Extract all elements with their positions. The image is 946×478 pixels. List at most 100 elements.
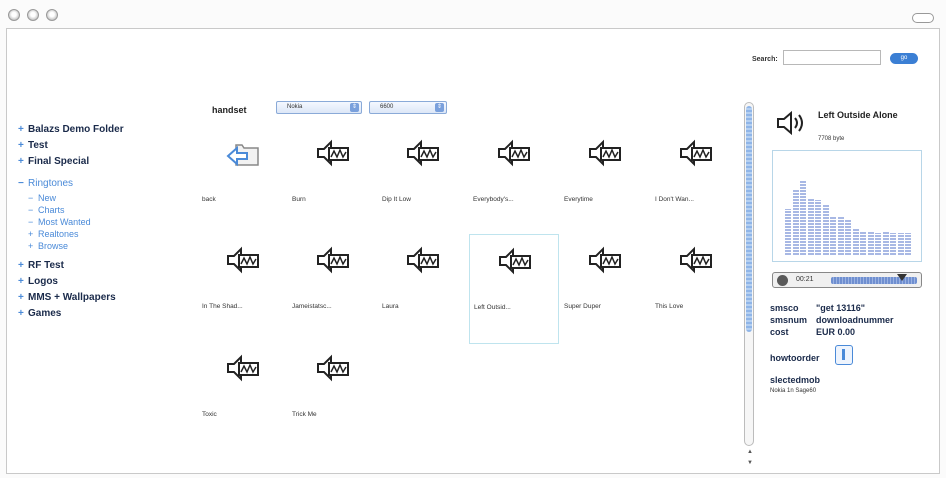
sidebar-subitem-label: New [38, 193, 57, 203]
search-input[interactable] [783, 50, 881, 65]
back-folder-icon [226, 144, 259, 167]
visualizer-bar [867, 232, 874, 255]
sidebar-subitem-label: Charts [38, 205, 65, 215]
tile-label: Left Outsid... [474, 304, 511, 311]
how-to-order-label: howtoorder [770, 353, 820, 363]
tile-label: I Don't Wan... [655, 196, 694, 203]
sidebar-item-label: Final Special [28, 156, 90, 167]
tile-label: Toxic [202, 411, 217, 418]
cost-row: cost EUR 0.00 [770, 327, 855, 337]
selected-mobile-label: slectedmob [770, 375, 821, 385]
ringtone-tile[interactable]: Laura [378, 234, 468, 344]
ringtone-tile[interactable]: In The Shad... [198, 234, 288, 344]
scroll-down-arrow[interactable]: ▼ [747, 460, 753, 466]
ringtone-tile[interactable]: This Love [651, 234, 741, 344]
ringtone-tile[interactable]: Super Duper [560, 234, 650, 344]
visualizer-bar [822, 204, 829, 255]
sidebar-item-balazs-demo-folder[interactable]: + Balazs Demo Folder [18, 122, 188, 138]
ringtone-tile[interactable]: Trick Me [288, 342, 378, 452]
visualizer-bar [890, 233, 896, 255]
sms-code-key: smsco [770, 303, 799, 313]
expand-icon: + [18, 124, 24, 135]
playback-progress-bar[interactable] [831, 274, 917, 284]
sidebar-item-test[interactable]: + Test [18, 138, 188, 154]
handset-label: handset [212, 105, 247, 115]
ringtone-icon [407, 139, 439, 167]
sidebar-subitem-charts[interactable]: − Charts [18, 204, 188, 216]
sidebar-subitem-new[interactable]: − New [18, 192, 188, 204]
ringtone-tile[interactable]: Burn [288, 127, 378, 237]
close-window-button[interactable] [8, 9, 20, 21]
sidebar-item-logos[interactable]: + Logos [18, 274, 188, 290]
expand-icon: + [18, 276, 24, 287]
ringtone-tile[interactable]: I Don't Wan... [651, 127, 741, 237]
tile-label: Trick Me [292, 411, 317, 418]
cost-key: cost [770, 327, 789, 337]
ringtone-tile[interactable]: Everybody's... [469, 127, 559, 237]
zoom-window-button[interactable] [46, 9, 58, 21]
sms-code-row: smsco "get 13116" [770, 303, 865, 313]
expand-icon: + [18, 140, 24, 151]
play-button[interactable] [777, 275, 788, 286]
ringtone-tile[interactable]: Toxic [198, 342, 288, 452]
toolbar-toggle-button[interactable] [912, 13, 934, 23]
sidebar-item-rf-test[interactable]: + RF Test [18, 258, 188, 274]
selected-mobile-model: Nokia 1n Sage60 [770, 388, 817, 394]
collapse-icon: − [28, 217, 34, 227]
grid-scrollbar[interactable] [744, 102, 754, 446]
expand-icon: + [18, 260, 24, 271]
ringtone-tile[interactable]: Jameistatsc... [288, 234, 378, 344]
ringtone-icon [589, 139, 621, 167]
minimize-window-button[interactable] [27, 9, 39, 21]
sidebar-subitem-browse[interactable]: + Browse [18, 240, 188, 252]
search-go-button[interactable]: go [890, 53, 918, 64]
expand-icon: + [18, 292, 24, 303]
ringtone-icon [317, 354, 349, 382]
sidebar-item-label: MMS + Wallpapers [28, 292, 116, 303]
expand-icon: + [28, 229, 34, 239]
sidebar-subitem-label: Most Wanted [38, 217, 91, 227]
tile-label: Laura [382, 303, 399, 310]
sidebar-subitem-label: Browse [38, 241, 69, 251]
sidebar-item-label: RF Test [28, 260, 64, 271]
back-tile[interactable]: back [198, 127, 288, 237]
sms-code-value: "get 13116" [816, 303, 866, 313]
scroll-up-arrow[interactable]: ▲ [747, 449, 753, 455]
handset-brand-select[interactable]: Nokia ⇕ [276, 101, 362, 114]
ringtone-icon [498, 139, 530, 167]
sidebar-subitem-most-wanted[interactable]: − Most Wanted [18, 216, 188, 228]
tile-label: Jameistatsc... [292, 303, 332, 310]
sidebar-item-label: Balazs Demo Folder [28, 124, 124, 135]
visualizer-bar [905, 233, 911, 255]
ringtone-icon [317, 246, 349, 274]
visualizer-bar [875, 233, 881, 255]
info-icon[interactable] [835, 345, 853, 365]
progress-knob[interactable] [896, 274, 907, 281]
visualizer-bar [837, 216, 844, 255]
scrollbar-thumb[interactable] [746, 106, 752, 332]
title-bar [0, 0, 946, 28]
ringtone-icon [227, 354, 259, 382]
handset-model-value: 6600 [380, 104, 394, 110]
sidebar-subitem-realtones[interactable]: + Realtones [18, 228, 188, 240]
sidebar-item-final-special[interactable]: + Final Special [18, 154, 188, 170]
ringtone-tile[interactable]: Left Outsid... [469, 234, 559, 344]
sidebar-item-ringtones[interactable]: − Ringtones [18, 176, 188, 192]
ringtone-tile[interactable]: Everytime [560, 127, 650, 237]
ringtone-icon [589, 246, 621, 274]
select-arrows-icon: ⇕ [435, 103, 444, 112]
visualizer-bar [785, 209, 791, 255]
selected-ringtone-size: 7708 byte [818, 136, 845, 142]
visualizer-bar [845, 220, 851, 255]
sidebar-item-label: Ringtones [28, 178, 74, 189]
tile-label: Super Duper [564, 303, 601, 310]
handset-model-select[interactable]: 6600 ⇕ [369, 101, 447, 114]
ringtone-tile[interactable]: Dip It Low [378, 127, 468, 237]
visualizer-bar [852, 229, 859, 255]
sidebar-item-games[interactable]: + Games [18, 306, 188, 322]
expand-icon: + [18, 308, 24, 319]
sidebar-item-mms-wallpapers[interactable]: + MMS + Wallpapers [18, 290, 188, 306]
visualizer-bar [792, 189, 799, 255]
tile-label: In The Shad... [202, 303, 243, 310]
visualizer-bar [860, 232, 866, 255]
